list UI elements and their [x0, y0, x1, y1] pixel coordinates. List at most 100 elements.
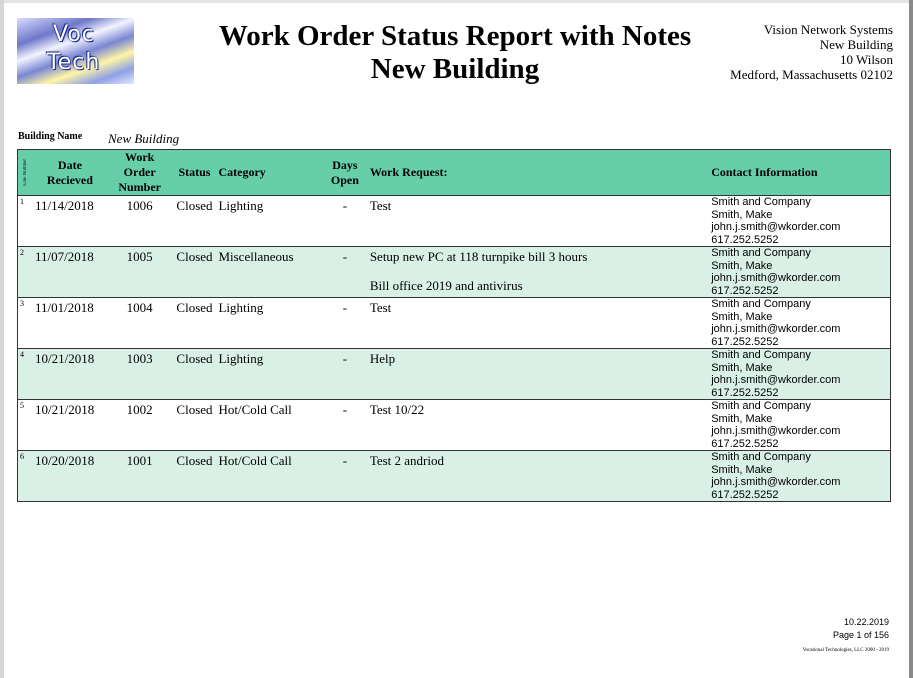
row-work-request: Test: [367, 195, 710, 247]
row-work-order-number: 1005: [106, 246, 173, 298]
page-top-edge: [0, 0, 913, 3]
row-status: Closed: [172, 195, 217, 247]
row-days-open: -: [322, 246, 368, 298]
page-left-edge: [0, 0, 4, 678]
row-category: Hot/Cold Call: [216, 399, 323, 451]
contact-line: Smith, Make: [711, 361, 773, 374]
row-date-received: 11/07/2018: [33, 246, 107, 298]
contact-line: Smith, Make: [711, 259, 773, 272]
contact-line: john.j.smith@wkorder.com: [711, 272, 841, 284]
company-street: 10 Wilson: [839, 52, 893, 67]
row-status: Closed: [172, 450, 217, 502]
contact-line: Smith and Company: [711, 451, 811, 463]
row-date-received: 10/21/2018: [33, 399, 107, 451]
footer-page-number: Page 1 of 156: [832, 630, 889, 640]
table-row: 3 11/01/2018 1004 Closed Lighting - Test Smith …: [17, 297, 891, 349]
header-work-request: Work Request:: [367, 149, 710, 196]
row-category: Lighting: [216, 195, 323, 247]
contact-line: john.j.smith@wkorder.com: [711, 425, 841, 437]
header-work-order-number: Work Order Number: [106, 149, 173, 196]
row-status: Closed: [172, 399, 217, 451]
contact-line: Smith and Company: [711, 247, 811, 259]
row-contact-information: Smith and Company Smith, Make john.j.smith…: [709, 195, 891, 247]
work-request-line: Setup new PC at 118 turnpike bill 3 hour…: [369, 249, 588, 264]
work-request-line: Test 2 andriod: [369, 453, 444, 468]
row-category: Lighting: [216, 348, 323, 400]
row-date-received: 10/20/2018: [33, 450, 107, 502]
row-line-number: 1: [17, 195, 33, 247]
contact-line: john.j.smith@wkorder.com: [711, 374, 841, 386]
row-work-request: Test 10/22: [367, 399, 710, 451]
row-line-number: 5: [17, 399, 33, 451]
work-request-line: Test 10/22: [369, 402, 425, 417]
report-title-line1: Work Order Status Report with Notes: [218, 20, 692, 52]
table-row: 1 11/14/2018 1006 Closed Lighting - Test Smith …: [17, 195, 891, 247]
header-category: Category: [216, 149, 323, 196]
row-category: Hot/Cold Call: [216, 450, 323, 502]
row-status: Closed: [172, 246, 217, 298]
row-contact-information: Smith and Company Smith, Make john.j.smith…: [709, 348, 891, 400]
work-request-line: Bill office 2019 and antivirus: [369, 278, 523, 293]
row-category: Miscellaneous: [216, 246, 323, 298]
contact-line: Smith, Make: [711, 463, 773, 476]
row-date-received: 11/01/2018: [33, 297, 107, 349]
report-title-line2: New Building: [370, 53, 540, 85]
contact-line: 617.252.5252: [711, 233, 779, 246]
table-row: 6 10/20/2018 1001 Closed Hot/Cold Call - Test …: [17, 450, 891, 502]
work-request-line: Test: [369, 300, 392, 315]
row-contact-information: Smith and Company Smith, Make john.j.smith…: [709, 297, 891, 349]
row-date-received: 11/14/2018: [33, 195, 107, 247]
table-row: 2 11/07/2018 1005 Closed Miscellaneous - Setup…: [17, 246, 891, 298]
row-work-order-number: 1002: [106, 399, 173, 451]
contact-line: 617.252.5252: [711, 335, 779, 348]
row-work-request: Help: [367, 348, 710, 400]
table-header-row: Line Number Date Recieved Work Order Num…: [17, 149, 891, 196]
building-name-value: New Building: [108, 131, 180, 146]
contact-line: Smith and Company: [711, 400, 811, 412]
contact-line: Smith and Company: [711, 298, 811, 310]
page-right-edge: [909, 0, 913, 678]
row-date-received: 10/21/2018: [33, 348, 107, 400]
contact-line: 617.252.5252: [711, 437, 779, 450]
row-days-open: -: [322, 450, 368, 502]
row-days-open: -: [322, 195, 368, 247]
company-city: Medford, Massachusetts 02102: [730, 67, 893, 82]
row-work-order-number: 1003: [106, 348, 173, 400]
row-days-open: -: [322, 348, 368, 400]
contact-line: 617.252.5252: [711, 488, 779, 501]
row-work-order-number: 1001: [106, 450, 173, 502]
row-line-number: 2: [17, 246, 33, 298]
row-status: Closed: [172, 348, 217, 400]
row-line-number: 3: [17, 297, 33, 349]
company-building: New Building: [819, 37, 893, 52]
contact-line: Smith, Make: [711, 412, 773, 425]
building-name-label: Building Name: [18, 131, 83, 142]
contact-line: john.j.smith@wkorder.com: [711, 476, 841, 488]
row-category: Lighting: [216, 297, 323, 349]
row-contact-information: Smith and Company Smith, Make john.j.smith…: [709, 450, 891, 502]
company-address: Vision Network Systems New Building 10 W…: [730, 22, 893, 82]
report-title: Work Order Status Report with Notes New …: [180, 20, 730, 86]
voctech-logo: Voc Tech: [17, 18, 134, 84]
table-row: 5 10/21/2018 1002 Closed Hot/Cold Call - Test …: [17, 399, 891, 451]
company-name: Vision Network Systems: [763, 22, 893, 37]
work-request-line: Test: [369, 198, 392, 213]
row-line-number: 6: [17, 450, 33, 502]
logo-text-line1: Voc: [53, 22, 95, 47]
work-request-line: Help: [369, 351, 396, 366]
contact-line: Smith, Make: [711, 208, 773, 221]
contact-line: 617.252.5252: [711, 386, 779, 399]
row-days-open: -: [322, 297, 368, 349]
work-order-table: Line Number Date Recieved Work Order Num…: [17, 149, 891, 502]
row-contact-information: Smith and Company Smith, Make john.j.smith…: [709, 399, 891, 451]
header-date-received: Date Recieved: [33, 149, 107, 196]
contact-line: Smith and Company: [711, 349, 811, 361]
header-status: Status: [172, 149, 217, 196]
row-work-order-number: 1006: [106, 195, 173, 247]
row-work-order-number: 1004: [106, 297, 173, 349]
contact-line: 617.252.5252: [711, 284, 779, 297]
contact-line: Smith and Company: [711, 196, 811, 208]
row-work-request: Test: [367, 297, 710, 349]
row-status: Closed: [172, 297, 217, 349]
header-contact-information: Contact Information: [709, 149, 891, 196]
